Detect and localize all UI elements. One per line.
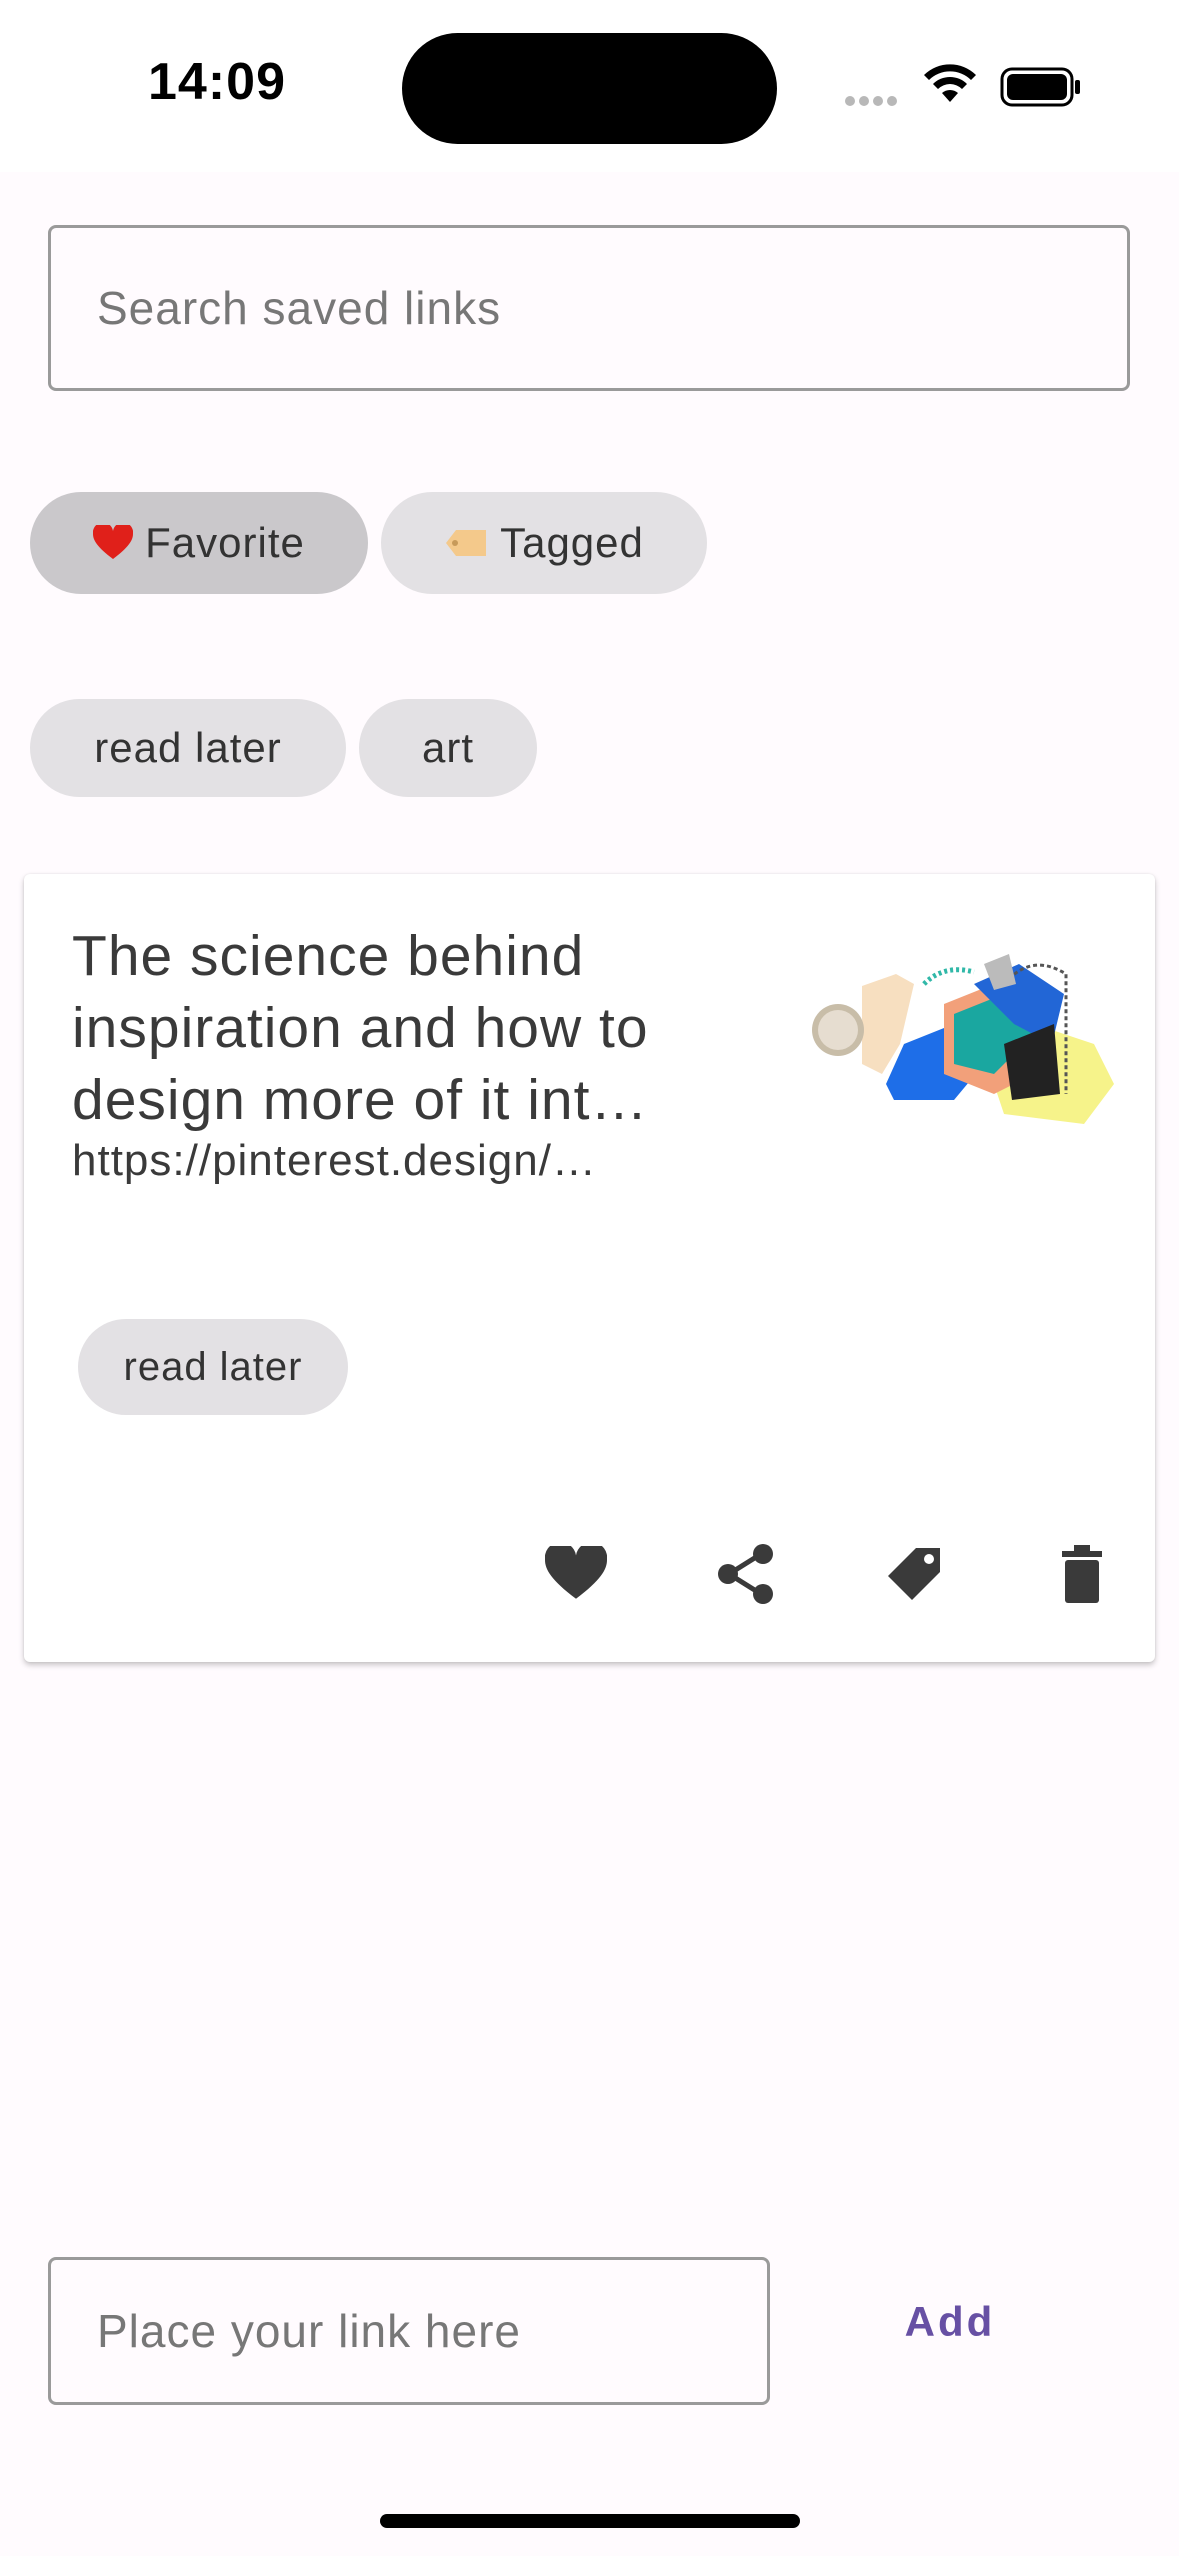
share-icon (718, 1544, 773, 1604)
trash-icon (1062, 1545, 1102, 1603)
share-button[interactable] (706, 1534, 786, 1614)
card-thumbnail-image (804, 924, 1124, 1124)
filter-chip-favorite[interactable]: Favorite (30, 492, 368, 594)
filter-chip-tagged[interactable]: Tagged (381, 492, 707, 594)
saved-link-card[interactable]: The science behind inspiration and how t… (24, 874, 1155, 1662)
status-bar: 14:09 (0, 0, 1179, 172)
tag-button[interactable] (874, 1534, 954, 1614)
filter-chip-label: Favorite (145, 519, 305, 566)
delete-button[interactable] (1042, 1534, 1122, 1614)
dynamic-island (402, 33, 777, 144)
tag-chip-art[interactable]: art (359, 699, 537, 797)
link-field[interactable] (48, 2257, 770, 2405)
filter-chip-label: Tagged (500, 519, 644, 566)
card-url[interactable]: https://pinterest.design/… (72, 1136, 712, 1186)
card-tag-chip[interactable]: read later (78, 1319, 348, 1415)
home-indicator (380, 2514, 800, 2528)
tag-icon (888, 1548, 940, 1600)
search-field[interactable] (48, 225, 1130, 391)
wifi-icon (922, 62, 978, 109)
add-button[interactable]: Add (880, 2282, 1020, 2362)
status-time: 14:09 (148, 53, 286, 111)
search-input[interactable] (51, 228, 1127, 388)
tag-chip-read-later[interactable]: read later (30, 699, 346, 797)
battery-icon (1000, 67, 1082, 112)
heart-icon (545, 1546, 607, 1599)
label-tag-emoji-icon (444, 528, 488, 558)
cellular-signal-icon (845, 93, 901, 111)
link-input[interactable] (51, 2260, 767, 2402)
card-title[interactable]: The science behind inspiration and how t… (72, 920, 762, 1136)
favorite-button[interactable] (536, 1534, 616, 1614)
heart-emoji-icon (93, 525, 134, 561)
